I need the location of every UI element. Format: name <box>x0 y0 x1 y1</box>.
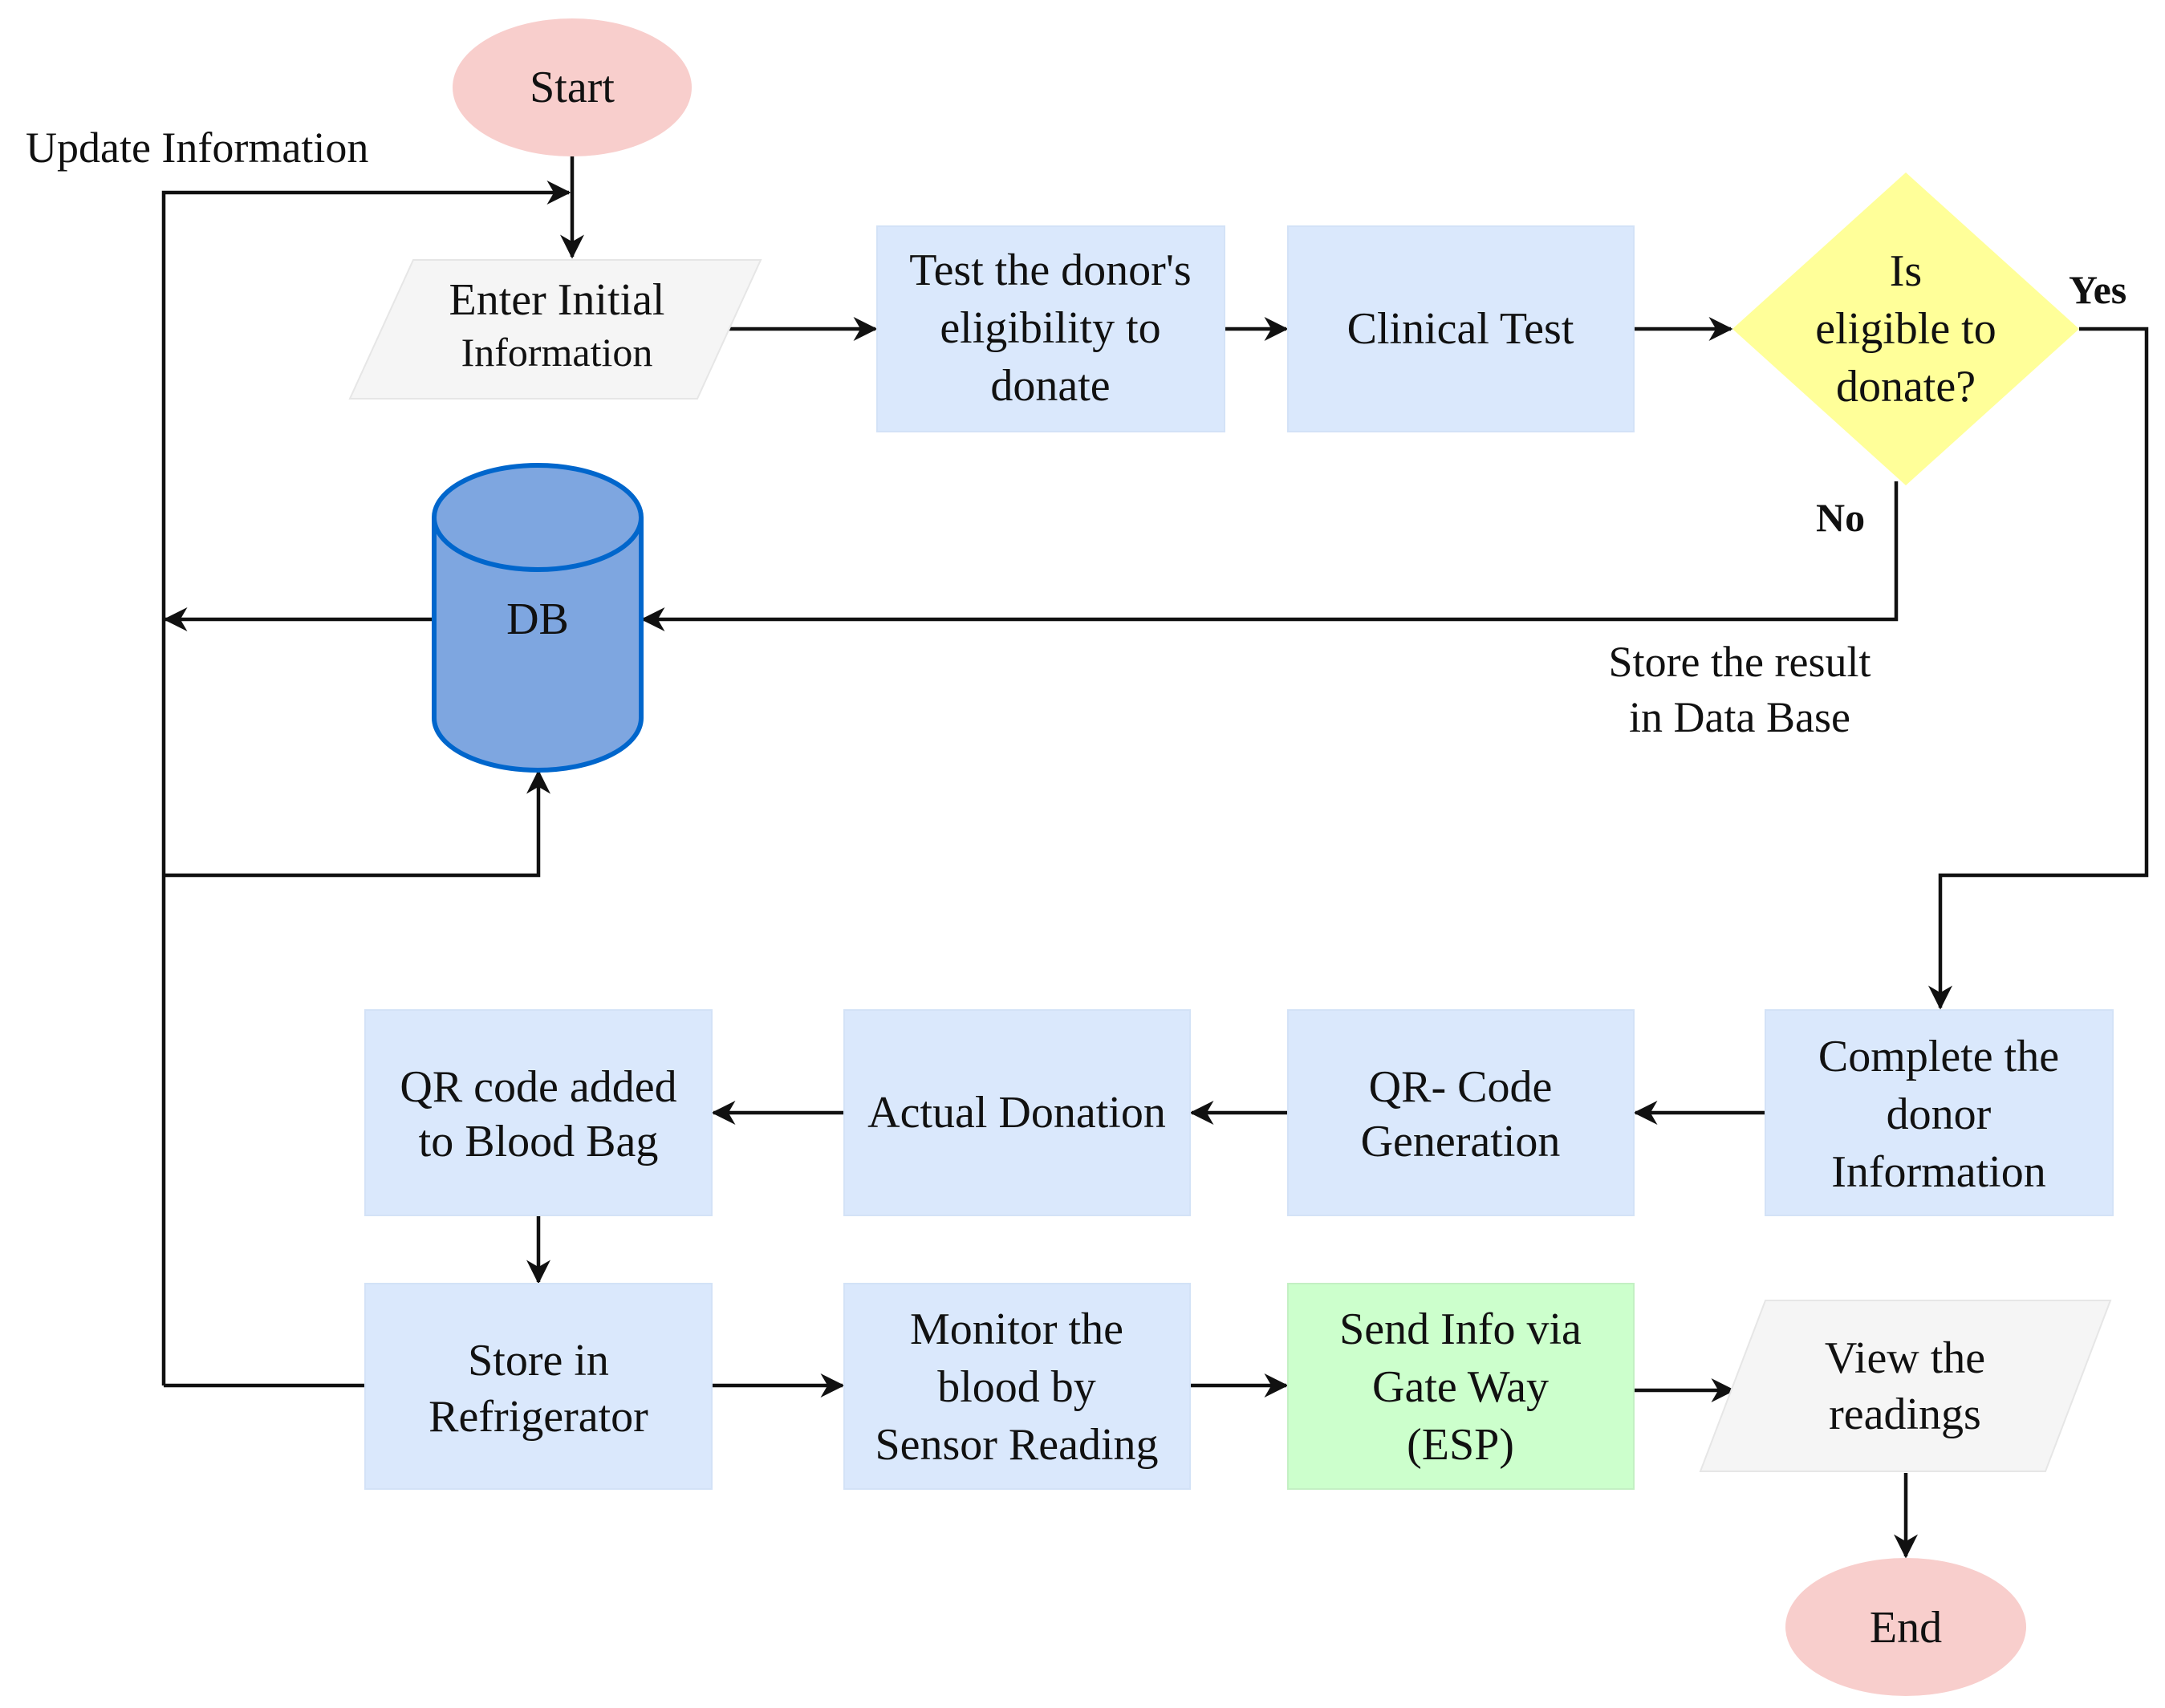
monitor-label-line2: blood by <box>937 1362 1096 1412</box>
store-refrigerator-label-line1: Store in <box>468 1336 609 1385</box>
store-result-label-line1: Store the result <box>1609 638 1871 686</box>
node-qr-code-generation[interactable]: QR- Code Generation <box>1287 1009 1635 1216</box>
store-refrigerator-process-shape <box>364 1283 713 1490</box>
node-view-readings[interactable]: View the readings <box>1699 1300 2112 1472</box>
node-store-refrigerator[interactable]: Store in Refrigerator <box>364 1283 713 1490</box>
store-refrigerator-label-line2: Refrigerator <box>429 1392 648 1442</box>
send-gateway-label-line2: Gate Way <box>1372 1362 1549 1412</box>
node-enter-initial-information[interactable]: Enter Initial Information <box>348 259 762 400</box>
decision-label-line1: Is <box>1890 246 1922 296</box>
test-eligibility-label-line2: eligibility to <box>940 303 1160 353</box>
edge-store-to-db <box>164 769 550 878</box>
send-gateway-label-line1: Send Info via <box>1339 1304 1582 1354</box>
monitor-label-line1: Monitor the <box>910 1304 1123 1354</box>
enter-initial-label-line1: Enter Initial <box>449 275 664 325</box>
qr-added-process-shape <box>364 1009 713 1216</box>
node-db[interactable]: DB <box>432 463 644 773</box>
view-readings-label-line2: readings <box>1829 1390 1981 1439</box>
decision-label-line2: eligible to <box>1815 304 1996 354</box>
node-end[interactable]: End <box>1785 1558 2026 1696</box>
clinical-test-label: Clinical Test <box>1347 304 1574 354</box>
complete-info-label-line1: Complete the <box>1818 1032 2059 1081</box>
qr-generation-process-shape <box>1287 1009 1635 1216</box>
complete-info-label-line3: Information <box>1831 1147 2045 1197</box>
update-information-label: Update Information <box>26 124 368 172</box>
edge-decision-no <box>640 481 1899 631</box>
start-label: Start <box>530 63 615 112</box>
send-gateway-label-line3: (ESP) <box>1407 1420 1514 1470</box>
no-label: No <box>1816 495 1865 540</box>
complete-info-label-line2: donor <box>1887 1089 1992 1139</box>
end-label: End <box>1870 1603 1942 1653</box>
node-actual-donation[interactable]: Actual Donation <box>843 1009 1191 1216</box>
actual-donation-label: Actual Donation <box>867 1088 1166 1138</box>
node-is-eligible-decision[interactable]: Is eligible to donate? <box>1732 172 2079 485</box>
enter-initial-label-line2: Information <box>461 330 653 375</box>
node-qr-added-blood-bag[interactable]: QR code added to Blood Bag <box>364 1009 713 1216</box>
qr-generation-label-line1: QR- Code <box>1369 1062 1553 1112</box>
node-complete-donor-info[interactable]: Complete the donor Information <box>1765 1009 2114 1216</box>
view-readings-label-line1: View the <box>1825 1333 1985 1383</box>
node-test-eligibility[interactable]: Test the donor's eligibility to donate <box>876 225 1225 432</box>
node-monitor-blood[interactable]: Monitor the blood by Sensor Reading <box>843 1283 1191 1490</box>
edge-decision-yes <box>1928 327 2149 1010</box>
decision-label-line3: donate? <box>1836 362 1976 412</box>
db-label: DB <box>506 594 569 644</box>
store-result-label-line2: in Data Base <box>1629 693 1850 741</box>
test-eligibility-label-line3: donate <box>990 361 1110 411</box>
test-eligibility-label-line1: Test the donor's <box>909 245 1191 295</box>
qr-added-label-line2: to Blood Bag <box>419 1117 659 1166</box>
db-cylinder-top <box>432 463 644 572</box>
flowchart-canvas: Start Enter Initial Information Test the… <box>26 18 2149 1696</box>
view-readings-io-shape <box>1699 1300 2112 1472</box>
qr-added-label-line1: QR code added <box>400 1062 676 1112</box>
node-start[interactable]: Start <box>453 18 692 156</box>
node-send-gateway[interactable]: Send Info via Gate Way (ESP) <box>1287 1283 1635 1490</box>
qr-generation-label-line2: Generation <box>1361 1117 1561 1166</box>
monitor-label-line3: Sensor Reading <box>875 1420 1158 1470</box>
yes-label: Yes <box>2069 267 2126 312</box>
node-clinical-test[interactable]: Clinical Test <box>1287 225 1635 432</box>
